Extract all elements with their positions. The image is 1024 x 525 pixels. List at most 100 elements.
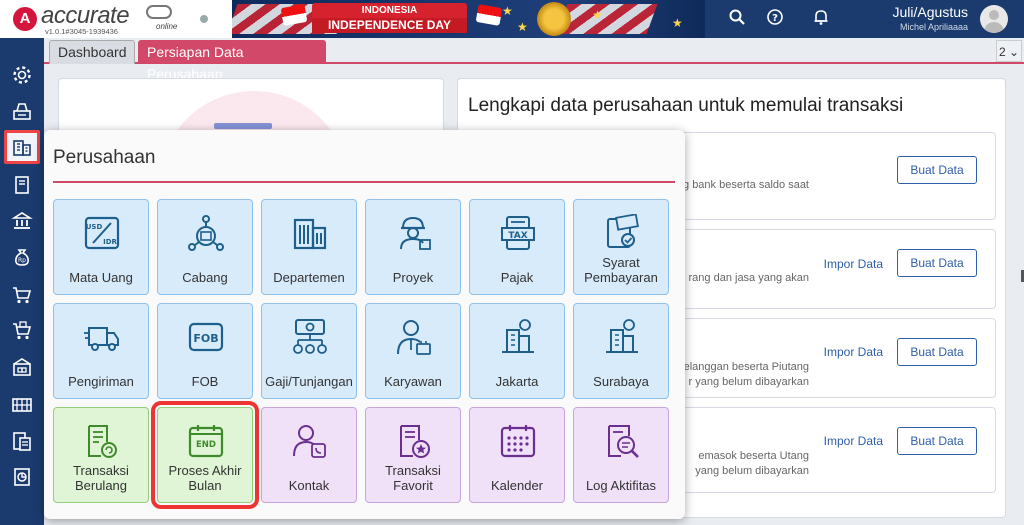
tile-label: Pengiriman [68, 374, 134, 389]
impor-data-link[interactable]: Impor Data [824, 345, 883, 359]
period-label[interactable]: Juli/Agustus [893, 4, 968, 20]
employee-icon [397, 320, 431, 355]
tab-dashboard[interactable]: Dashboard [49, 40, 135, 64]
buat-data-button[interactable]: Buat Data [897, 427, 977, 455]
tile-label: Departemen [273, 270, 345, 285]
tile-gaji-tunjangan[interactable]: Gaji/Tunjangan [261, 303, 357, 399]
tile-cabang[interactable]: Cabang [157, 199, 253, 295]
logo[interactable]: A accurate online v1.0.1#3045-1939436 [0, 0, 232, 38]
impor-data-link[interactable]: Impor Data [824, 257, 883, 271]
tile-karyawan[interactable]: Karyawan [365, 303, 461, 399]
bell-icon[interactable] [810, 8, 832, 30]
banner-title: INDONESIA INDEPENDENCE DAY [312, 3, 467, 33]
svg-text:FOB: FOB [193, 332, 218, 345]
star-icon: ★ [672, 16, 683, 30]
tile-departemen[interactable]: Departemen [261, 199, 357, 295]
sidebar-item-reports[interactable] [4, 460, 40, 494]
banner-line1: INDONESIA [361, 5, 418, 16]
svg-text:?: ? [772, 13, 778, 24]
shipping-icon [84, 327, 119, 351]
logo-sub: online [156, 22, 178, 31]
search-icon[interactable] [726, 8, 748, 30]
sidebar: Rp [0, 38, 44, 525]
popup-title: Perusahaan [53, 147, 156, 168]
buat-data-button[interactable]: Buat Data [897, 249, 977, 277]
sidebar-item-bank[interactable] [4, 204, 40, 238]
tile-mata-uang[interactable]: USD IDR Mata Uang [53, 199, 149, 295]
tile-label: Jakarta [495, 374, 539, 389]
sidebar-item-payables[interactable]: Rp [4, 240, 40, 274]
tile-transaksi-berulang[interactable]: Transaksi Berulang [53, 407, 149, 503]
svg-text:Rp: Rp [18, 257, 26, 264]
avatar[interactable] [980, 5, 1008, 33]
sidebar-item-company[interactable] [4, 130, 40, 164]
impor-data-link[interactable]: Impor Data [824, 434, 883, 448]
garuda-emblem-icon [537, 2, 571, 36]
sidebar-item-cashier[interactable] [4, 94, 40, 128]
fob-icon: FOB [188, 322, 224, 352]
month-end-icon: END [188, 425, 224, 458]
help-icon[interactable]: ? [764, 8, 786, 30]
star-icon: ★ [502, 4, 513, 18]
gear-icon [13, 66, 31, 84]
tile-label: Syarat Pembayaran [584, 255, 658, 285]
buat-data-button[interactable]: Buat Data [897, 156, 977, 184]
payment-terms-icon [607, 214, 639, 248]
tab-count-dropdown[interactable]: 2 ⌄ [996, 40, 1022, 62]
tile-proyek[interactable]: Proyek [365, 199, 461, 295]
tile-surabaya[interactable]: Surabaya [573, 303, 669, 399]
tax-icon: TAX [501, 216, 535, 250]
sidebar-item-tax[interactable] [4, 424, 40, 458]
ribbon-decoration [556, 4, 658, 34]
tile-label: Kontak [288, 478, 330, 493]
sidebar-item-settings[interactable] [4, 58, 40, 92]
tile-pajak[interactable]: TAX Pajak [469, 199, 565, 295]
tile-label: Kalender [490, 478, 544, 493]
sidebar-item-purchase[interactable] [4, 278, 40, 312]
warehouse-icon [13, 358, 31, 376]
user-name[interactable]: Michel Apriliaaaa [900, 22, 968, 32]
tile-fob[interactable]: FOB FOB [157, 303, 253, 399]
favorite-icon [400, 425, 430, 458]
independence-banner: INDONESIA INDEPENDENCE DAY ★ ★ ★ ★ [232, 0, 705, 38]
tile-log-aktifitas[interactable]: Log Aktifitas [573, 407, 669, 503]
status-dot [200, 15, 208, 23]
buat-data-button[interactable]: Buat Data [897, 338, 977, 366]
recurring-icon [88, 425, 117, 458]
tile-jakarta[interactable]: Jakarta [469, 303, 565, 399]
book-icon [15, 176, 29, 194]
banner-line2: INDEPENDENCE DAY [312, 18, 467, 33]
sidebar-item-sales[interactable] [4, 314, 40, 348]
company-menu-popup: Perusahaan USD IDR Mata Uang Cabang Depa… [44, 130, 685, 519]
inventory-grid-icon [12, 398, 32, 412]
tile-label: Gaji/Tunjangan [265, 374, 353, 389]
activity-log-icon [608, 425, 639, 458]
sidebar-item-ledger[interactable] [4, 168, 40, 202]
tax-document-icon [13, 432, 31, 451]
tile-kontak[interactable]: Kontak [261, 407, 357, 503]
shopping-cart-icon [13, 287, 32, 304]
tile-label: Surabaya [593, 374, 649, 389]
sidebar-item-inventory[interactable] [4, 350, 40, 384]
currency-icon: USD IDR [84, 216, 120, 250]
tile-label: Transaksi Berulang [73, 463, 129, 493]
salary-icon [293, 319, 327, 354]
tile-label: Pajak [500, 270, 534, 285]
tab-persiapan-data[interactable]: Persiapan Data Perusahaan [138, 40, 326, 82]
sidebar-item-assets[interactable] [4, 388, 40, 422]
calendar-icon [500, 425, 536, 458]
city-icon [606, 319, 638, 353]
version-text: v1.0.1#3045-1939436 [45, 27, 118, 36]
money-bag-icon: Rp [15, 249, 29, 266]
svg-text:USD: USD [86, 223, 103, 231]
star-icon: ★ [517, 20, 528, 34]
tile-proses-akhir-bulan[interactable]: END Proses Akhir Bulan [151, 401, 259, 509]
top-bar: A accurate online v1.0.1#3045-1939436 IN… [0, 0, 1024, 38]
tile-label: Mata Uang [69, 270, 133, 285]
tile-label: FOB [191, 374, 219, 389]
tile-syarat-pembayaran[interactable]: Syarat Pembayaran [573, 199, 669, 295]
panel-heading: Lengkapi data perusahaan untuk memulai t… [468, 95, 904, 116]
tile-pengiriman[interactable]: Pengiriman [53, 303, 149, 399]
tile-kalender[interactable]: Kalender [469, 407, 565, 503]
tile-transaksi-favorit[interactable]: Transaksi Favorit [365, 407, 461, 503]
